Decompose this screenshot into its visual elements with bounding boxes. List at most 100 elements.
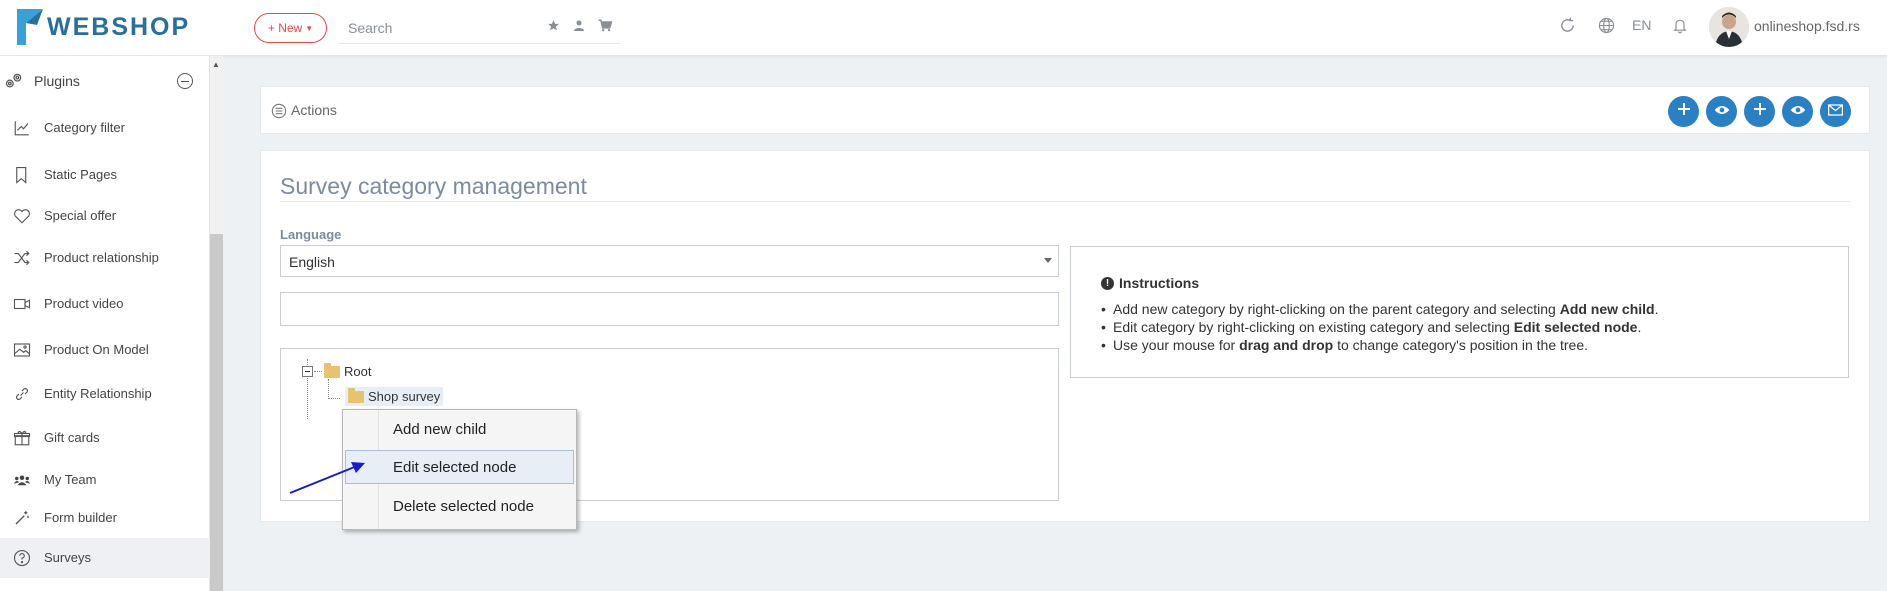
mail-icon	[1828, 103, 1843, 121]
menu-item-label: Add new child	[393, 421, 487, 438]
user-icon[interactable]	[570, 16, 588, 34]
actions-label[interactable]: Actions	[291, 102, 337, 118]
logo-text: WEBSHOP	[47, 12, 191, 41]
add-button[interactable]	[1668, 96, 1699, 127]
tree-line	[314, 371, 322, 372]
title-divider	[280, 201, 1850, 202]
tree-node-label: Root	[344, 364, 372, 379]
cart-icon[interactable]	[596, 16, 614, 34]
chart-icon	[13, 119, 31, 137]
instructions-title-text: Instructions	[1119, 275, 1200, 291]
menu-item-delete-selected-node[interactable]: Delete selected node	[345, 489, 574, 523]
context-menu: Add new child Edit selected node Delete …	[342, 409, 577, 530]
sidebar-item-product-on-model[interactable]: Product On Model	[0, 330, 210, 370]
collapse-icon[interactable]	[177, 73, 193, 89]
new-button[interactable]: + New ▼	[254, 13, 327, 43]
sidebar-item-my-team[interactable]: My Team	[0, 460, 210, 500]
star-icon[interactable]	[544, 16, 562, 34]
language-label: Language	[280, 227, 342, 242]
shuffle-icon	[13, 249, 31, 267]
instruction-item: Edit category by right-clicking on exist…	[1101, 318, 1841, 336]
sidebar-item-label: My Team	[44, 472, 97, 487]
new-button-label: + New	[267, 21, 303, 35]
bell-icon[interactable]	[1671, 16, 1689, 34]
sidebar-item-category-filter[interactable]: Category filter	[0, 108, 210, 148]
preview-button[interactable]	[1782, 96, 1813, 127]
user-name[interactable]: onlineshop.fsd.rs	[1754, 18, 1860, 34]
language-switcher[interactable]: EN	[1632, 17, 1651, 33]
instructions-list: Add new category by right-clicking on th…	[1101, 300, 1841, 354]
folder-icon	[324, 362, 340, 378]
avatar[interactable]	[1709, 7, 1749, 47]
plugins-icon	[4, 71, 24, 96]
language-select[interactable]: English	[280, 245, 1059, 277]
bookmark-icon	[13, 166, 31, 184]
sidebar-item-label: Product On Model	[44, 342, 149, 357]
mail-button[interactable]	[1820, 96, 1851, 127]
wand-icon	[13, 509, 31, 527]
sidebar-item-label: Form builder	[44, 510, 117, 525]
actions-panel: Actions	[260, 86, 1870, 134]
collapse-node-icon[interactable]	[302, 366, 313, 377]
scroll-up-arrow-icon[interactable]: ▲	[212, 60, 220, 69]
globe-icon[interactable]	[1597, 16, 1615, 34]
logo-flag-icon	[17, 9, 43, 45]
sidebar-item-gift-cards[interactable]: Gift cards	[0, 418, 210, 458]
add-button[interactable]	[1744, 96, 1775, 127]
menu-item-label: Delete selected node	[393, 498, 534, 515]
tree-search-input[interactable]	[280, 292, 1059, 326]
refresh-icon[interactable]	[1558, 16, 1576, 34]
link-icon	[13, 385, 31, 403]
sidebar-item-product-video[interactable]: Product video	[0, 284, 210, 324]
menu-item-label: Edit selected node	[393, 459, 517, 476]
sidebar-section-plugins[interactable]: Plugins	[0, 63, 210, 99]
search-bar	[338, 12, 620, 44]
add-icon	[1753, 102, 1767, 121]
sidebar-item-label: Gift cards	[44, 430, 100, 445]
sidebar-item-surveys[interactable]: Surveys	[0, 538, 210, 578]
users-icon	[13, 471, 31, 489]
annotation-arrow-icon	[289, 462, 365, 494]
search-input[interactable]	[348, 18, 538, 38]
instructions-panel: ! Instructions Add new category by right…	[1070, 246, 1849, 378]
preview-button[interactable]	[1706, 96, 1737, 127]
tree-node-label: Shop survey	[368, 389, 441, 404]
tree-line	[328, 398, 340, 399]
top-bar: WEBSHOP + New ▼ EN onlineshop.	[0, 0, 1887, 56]
instructions-title: ! Instructions	[1101, 275, 1199, 291]
instruction-item: Use your mouse for drag and drop to chan…	[1101, 336, 1841, 354]
sidebar-item-label: Surveys	[44, 550, 91, 565]
sidebar-item-product-relationship[interactable]: Product relationship	[0, 238, 210, 278]
menu-item-add-new-child[interactable]: Add new child	[345, 412, 574, 446]
sidebar-item-entity-relationship[interactable]: Entity Relationship	[0, 374, 210, 414]
tree-node-shop-survey[interactable]: Shop survey	[345, 387, 444, 406]
sidebar-item-label: Product video	[44, 296, 124, 311]
tree-node-root[interactable]: Root	[324, 362, 372, 379]
sidebar-item-static-pages[interactable]: Static Pages	[0, 155, 210, 195]
tree-line	[328, 379, 329, 399]
sidebar-item-form-builder[interactable]: Form builder	[0, 498, 210, 538]
webshop-logo[interactable]: WEBSHOP	[17, 8, 190, 46]
caret-down-icon	[1044, 258, 1052, 263]
question-icon	[13, 549, 31, 567]
sidebar-scrollbar-thumb[interactable]	[210, 234, 223, 591]
language-select-value: English	[289, 254, 335, 270]
exclamation-icon: !	[1101, 276, 1114, 290]
video-icon	[13, 295, 31, 313]
sidebar-item-special-offer[interactable]: Special offer	[0, 196, 210, 236]
sidebar-item-label: Special offer	[44, 208, 117, 223]
instruction-item: Add new category by right-clicking on th…	[1101, 300, 1841, 318]
page-title: Survey category management	[280, 173, 587, 199]
heart-icon	[13, 207, 31, 225]
sidebar-item-label: Category filter	[44, 120, 125, 135]
sidebar-item-label: Entity Relationship	[44, 386, 152, 401]
image-icon	[13, 341, 31, 359]
eye-icon	[1790, 103, 1806, 121]
list-icon	[271, 103, 287, 119]
folder-icon	[348, 387, 364, 403]
menu-item-edit-selected-node[interactable]: Edit selected node	[345, 450, 574, 484]
sidebar-item-label: Product relationship	[44, 250, 159, 265]
eye-icon	[1714, 103, 1730, 121]
chevron-down-icon: ▼	[305, 23, 314, 33]
add-icon	[1677, 102, 1691, 121]
